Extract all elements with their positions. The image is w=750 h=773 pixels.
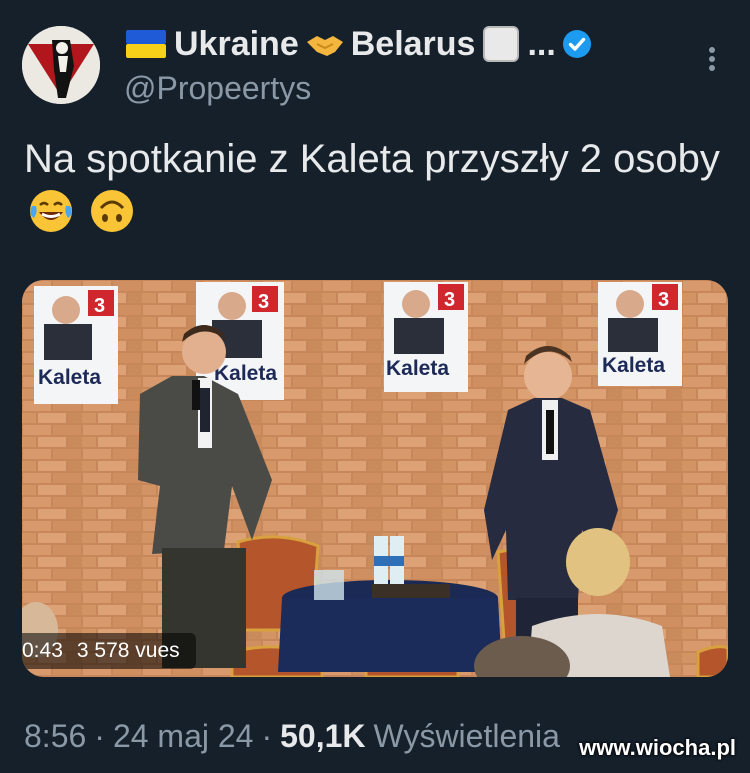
avatar[interactable] xyxy=(22,26,100,104)
views-count[interactable]: 50,1K xyxy=(280,718,365,755)
meta-separator: · xyxy=(261,718,273,754)
verified-badge-icon xyxy=(562,29,592,59)
video-view-count: 3 578 vues xyxy=(77,639,180,663)
poster: 3 Kaleta xyxy=(384,282,468,392)
ukraine-flag-icon xyxy=(126,30,166,58)
author-name-part2: Belarus xyxy=(350,24,476,63)
author-name-row[interactable]: Ukraine Belarus ... xyxy=(124,22,592,66)
poster: 3 Kaleta xyxy=(598,282,682,386)
tweet-meta: 8:56 · 24 maj 24 · 50,1K Wyświetlenia xyxy=(24,718,560,755)
poster: 3 Kaleta xyxy=(34,286,118,404)
video-time: 0:43 xyxy=(22,639,63,662)
meta-separator: · xyxy=(94,718,105,754)
svg-text:Kaleta: Kaleta xyxy=(602,354,665,377)
handshake-icon xyxy=(306,36,343,56)
svg-text:Kaleta: Kaleta xyxy=(38,366,101,389)
svg-text:Kaleta: Kaleta xyxy=(214,362,277,385)
svg-text:3: 3 xyxy=(444,289,455,311)
author-handle[interactable]: @Propeertys xyxy=(124,70,311,107)
tweet-video[interactable]: 3 Kaleta 3 Kaleta 3 Kaleta 3 Kaleta 0:43… xyxy=(22,280,728,677)
white-square-icon xyxy=(483,26,520,62)
tweet-body: Na spotkanie z Kaleta przyszły 2 osoby xyxy=(24,137,720,181)
svg-text:3: 3 xyxy=(658,289,669,311)
author-name-ellipsis: ... xyxy=(527,24,556,63)
upside-down-face-emoji-icon xyxy=(89,188,135,248)
avatar-image xyxy=(22,26,100,104)
laughing-with-tears-emoji-icon xyxy=(28,188,74,248)
views-label[interactable]: Wyświetlenia xyxy=(374,718,560,755)
author-name-part1: Ukraine xyxy=(174,24,299,63)
tweet-date[interactable]: 24 maj 24 xyxy=(113,718,254,755)
tweet-text: Na spotkanie z Kaleta przyszły 2 osoby xyxy=(24,132,724,248)
video-frame: 3 Kaleta 3 Kaleta 3 Kaleta 3 Kaleta xyxy=(22,280,728,677)
site-watermark: www.wiocha.pl xyxy=(579,735,736,760)
svg-text:3: 3 xyxy=(258,291,269,313)
tweet-time[interactable]: 8:56 xyxy=(24,718,86,755)
video-view-number: 3 578 xyxy=(76,639,130,662)
video-overlay: 0:43 3 578 vues xyxy=(22,633,196,669)
svg-text:Kaleta: Kaleta xyxy=(386,357,449,380)
svg-text:3: 3 xyxy=(94,295,105,317)
more-options-icon[interactable] xyxy=(702,44,722,74)
video-view-label: vues xyxy=(135,639,180,662)
